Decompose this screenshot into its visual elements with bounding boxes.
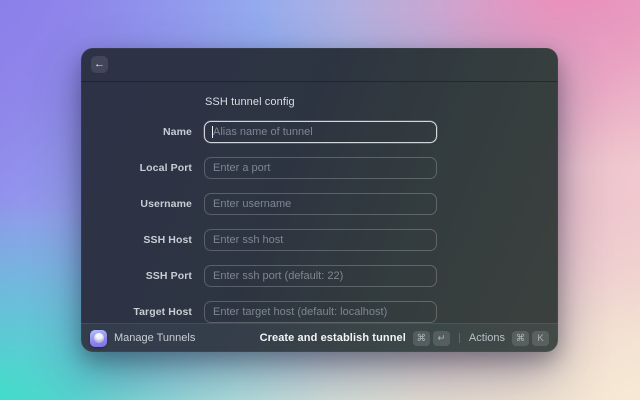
ssh-tunnel-dialog: ← SSH tunnel config Name Local Port User… bbox=[81, 48, 558, 352]
return-key-icon: ↵ bbox=[432, 330, 450, 346]
name-input[interactable] bbox=[204, 121, 437, 143]
command-key-icon: ⌘ bbox=[512, 330, 529, 346]
tunnels-app-icon bbox=[90, 329, 107, 347]
field-label-username: Username bbox=[140, 198, 192, 210]
footer-separator bbox=[458, 333, 460, 343]
back-button[interactable]: ← bbox=[91, 56, 108, 73]
actions-menu-button[interactable]: Actions bbox=[469, 332, 505, 344]
form-row-username: Username bbox=[81, 193, 558, 215]
username-input[interactable] bbox=[204, 193, 437, 215]
field-label-name: Name bbox=[163, 126, 192, 138]
field-label-ssh-port: SSH Port bbox=[145, 270, 192, 282]
dialog-header: ← bbox=[81, 48, 558, 82]
form-row-target-host: Target Host bbox=[81, 301, 558, 323]
page-title: SSH tunnel config bbox=[205, 96, 295, 108]
field-label-local-port: Local Port bbox=[139, 162, 192, 174]
primary-action-button[interactable]: Create and establish tunnel bbox=[260, 332, 406, 344]
target-host-input[interactable] bbox=[204, 301, 437, 323]
form-row-ssh-host: SSH Host bbox=[81, 229, 558, 251]
field-label-target-host: Target Host bbox=[133, 306, 192, 318]
form-row-local-port: Local Port bbox=[81, 157, 558, 179]
field-label-ssh-host: SSH Host bbox=[143, 234, 192, 246]
form-row-ssh-port: SSH Port bbox=[81, 265, 558, 287]
text-caret bbox=[212, 126, 213, 138]
back-arrow-icon: ← bbox=[94, 58, 105, 70]
footer-actions-group: Create and establish tunnel ⌘ ↵ Actions … bbox=[260, 330, 549, 346]
k-key-icon: K bbox=[532, 330, 549, 346]
footer-app-name: Manage Tunnels bbox=[114, 332, 196, 344]
ssh-host-input[interactable] bbox=[204, 229, 437, 251]
form-row-name: Name bbox=[81, 121, 558, 143]
local-port-input[interactable] bbox=[204, 157, 437, 179]
footer-app-group: Manage Tunnels bbox=[90, 329, 196, 347]
dialog-footer: Manage Tunnels Create and establish tunn… bbox=[81, 323, 558, 352]
command-key-icon: ⌘ bbox=[412, 330, 430, 346]
ssh-port-input[interactable] bbox=[204, 265, 437, 287]
desktop-wallpaper: ← SSH tunnel config Name Local Port User… bbox=[0, 0, 640, 400]
